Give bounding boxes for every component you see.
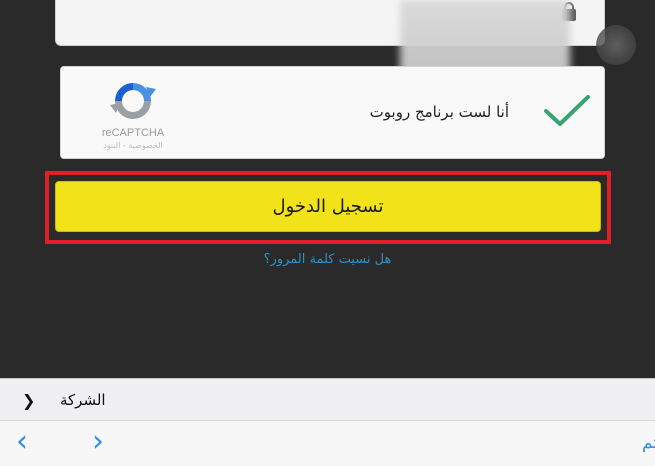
recaptcha-icon (110, 83, 156, 119)
login-screen: reCAPTCHA الخصوصية - البنود أنا لست برنا… (0, 0, 655, 378)
scroll-indicator[interactable] (596, 25, 636, 65)
back-arrow-icon[interactable]: ‹ (16, 427, 28, 457)
browser-info-bar: ❯ الشركة (0, 378, 655, 420)
checkmark-icon[interactable] (542, 91, 592, 131)
recaptcha-brand: reCAPTCHA (101, 127, 165, 139)
recaptcha-terms-link[interactable]: الخصوصية - البنود (83, 141, 183, 150)
browser-nav-bar: ‹ › تم (0, 420, 655, 466)
done-button[interactable]: تم (642, 433, 655, 453)
recaptcha-label: أنا لست برنامج روبوت (369, 103, 509, 121)
login-button[interactable]: تسجيل الدخول (55, 181, 601, 232)
recaptcha-widget: reCAPTCHA الخصوصية - البنود أنا لست برنا… (60, 66, 605, 159)
recaptcha-logo: reCAPTCHA الخصوصية - البنود (83, 79, 183, 150)
chevron-right-icon[interactable]: ❯ (22, 391, 35, 410)
forward-arrow-icon[interactable]: › (92, 427, 104, 457)
company-label[interactable]: الشركة (60, 391, 106, 409)
forgot-password-link[interactable]: هل نسيت كلمة المرور؟ (0, 252, 655, 267)
